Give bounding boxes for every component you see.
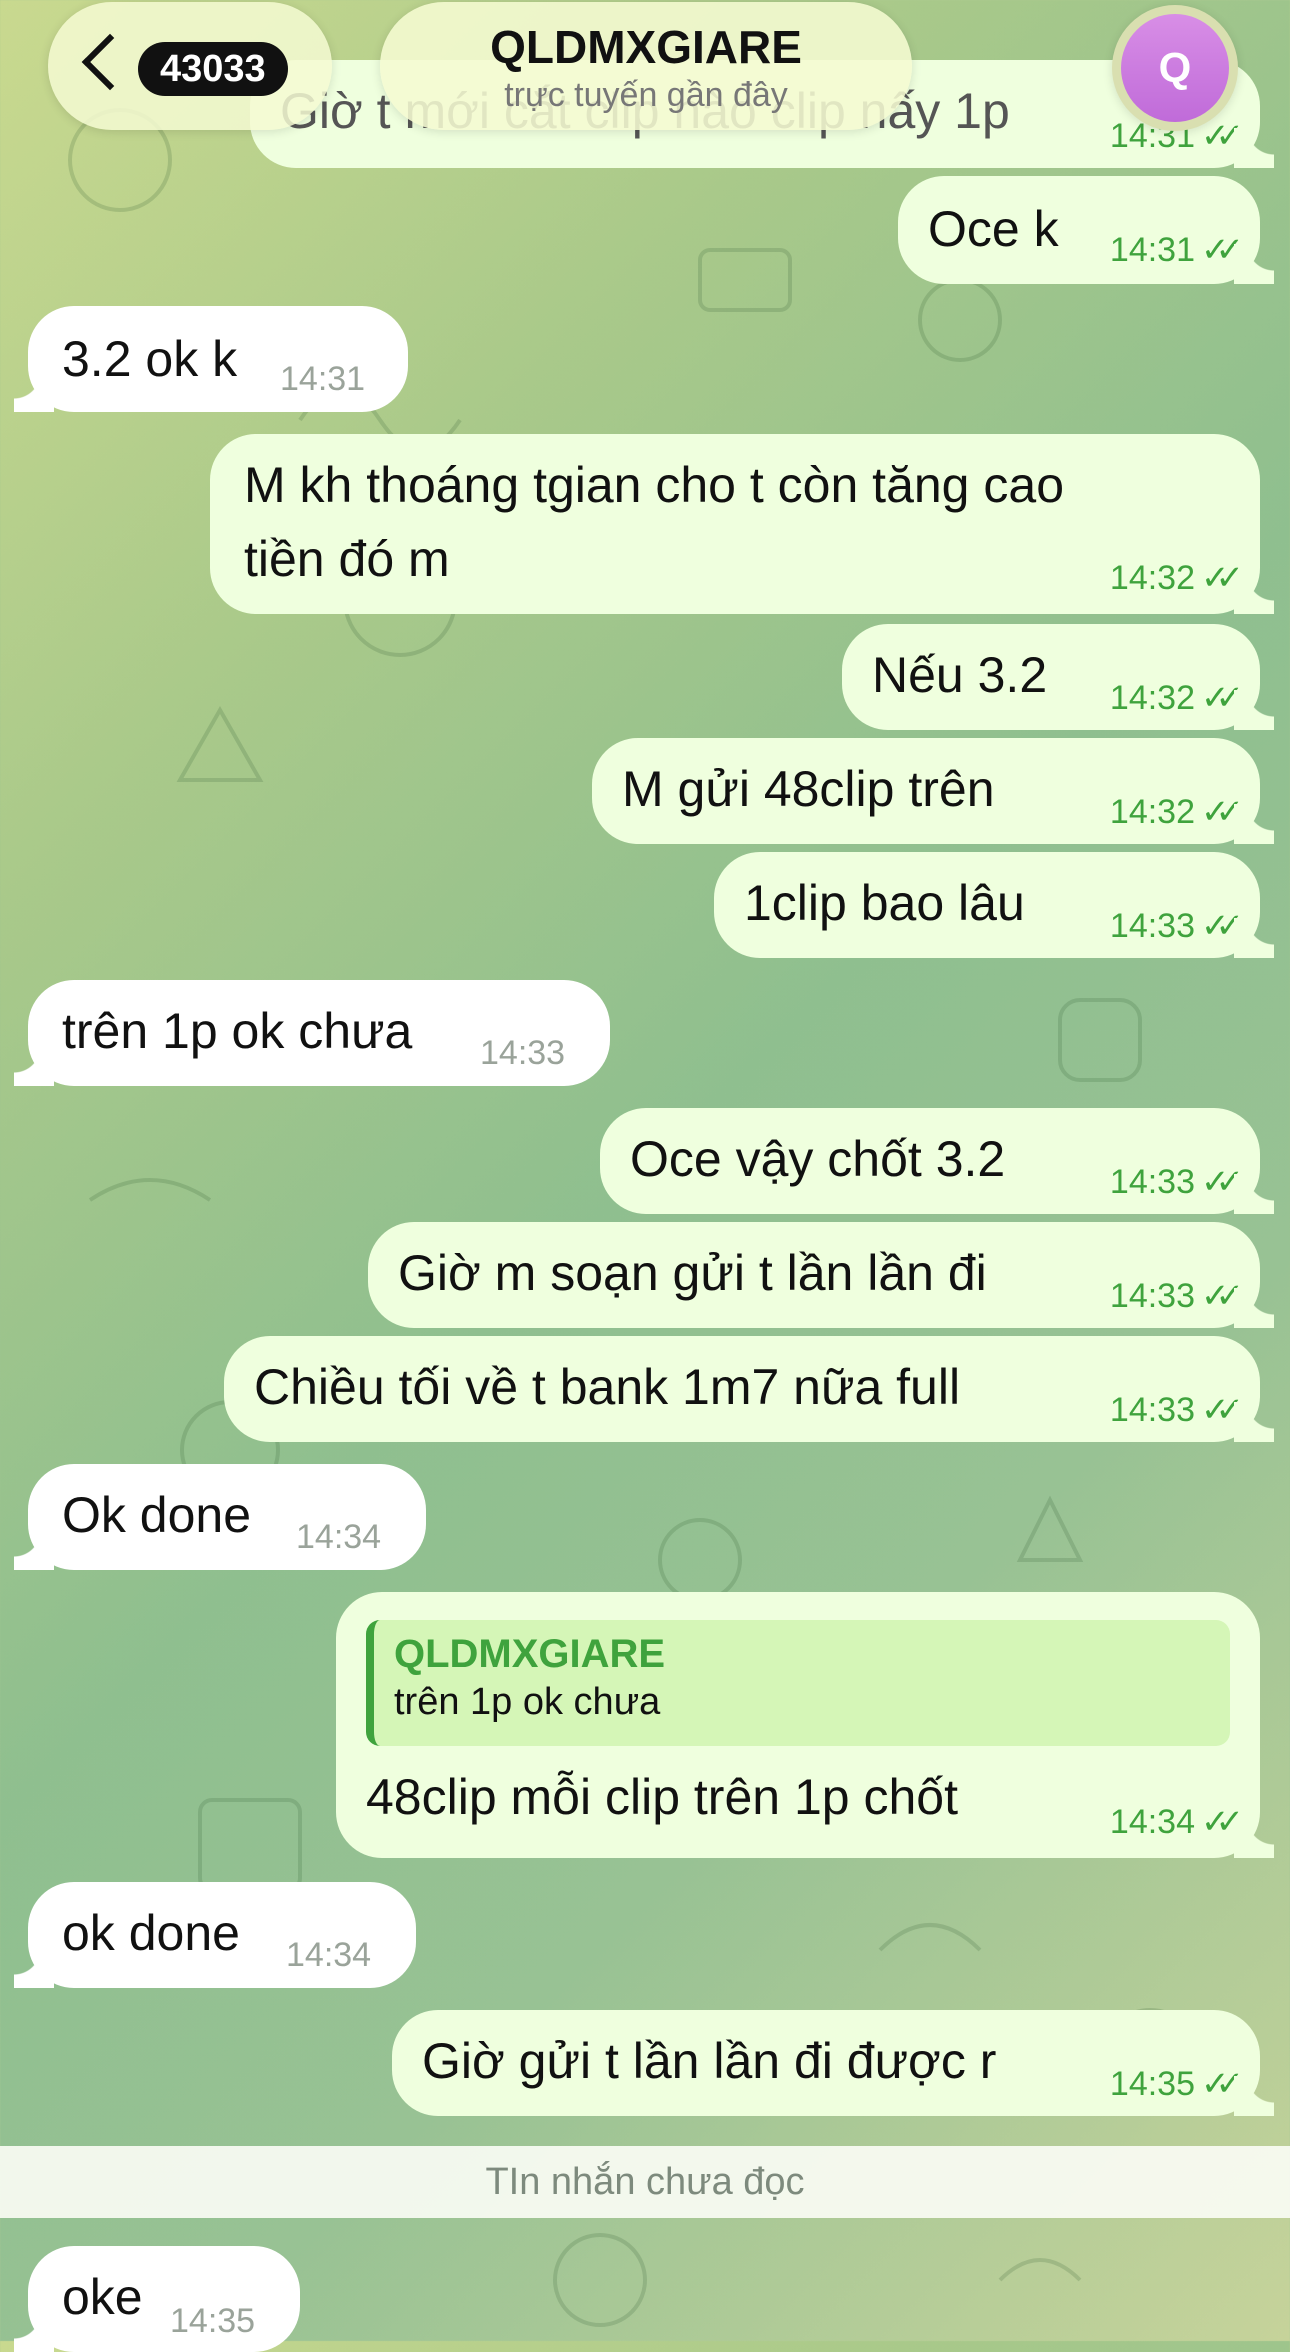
message-bubble-incoming[interactable]: 3.2 ok k 14:31 xyxy=(14,306,408,412)
message-time: 14:34 xyxy=(296,1518,382,1556)
double-check-icon: ✓✓ xyxy=(1201,907,1244,945)
chat-name: QLDMXGIARE xyxy=(490,21,802,73)
message-bubble-incoming[interactable]: ok done 14:34 xyxy=(14,1882,416,1988)
message-bubble-outgoing[interactable]: Giờ gửi t lần lần đi được r 14:35 ✓✓ xyxy=(392,2010,1274,2116)
avatar-initial: Q xyxy=(1121,14,1229,122)
message-time: 14:32 ✓✓ xyxy=(1109,793,1244,831)
reply-text: trên 1p ok chưa xyxy=(394,1681,661,1723)
message-text-line: M kh thoáng tgian cho t còn tăng cao xyxy=(244,457,1064,513)
message-text: Giờ gửi t lần lần đi được r xyxy=(422,2033,997,2089)
message-text: Giờ m soạn gửi t lần lần đi xyxy=(398,1245,987,1301)
message-bubble-incoming[interactable]: trên 1p ok chưa 14:33 xyxy=(14,980,610,1086)
double-check-icon: ✓✓ xyxy=(1201,231,1244,269)
message-time: 14:34 xyxy=(286,1936,372,1974)
message-text: trên 1p ok chưa xyxy=(62,1003,413,1059)
message-text: Oce k xyxy=(928,201,1059,257)
message-time: 14:35 xyxy=(170,2302,256,2340)
message-text: ok done xyxy=(62,1905,240,1961)
message-text: Nếu 3.2 xyxy=(872,647,1048,703)
message-bubble-outgoing[interactable]: 1clip bao lâu 14:33 ✓✓ xyxy=(714,852,1274,958)
reply-quote[interactable]: QLDMXGIARE trên 1p ok chưa xyxy=(366,1620,1230,1746)
message-time: 14:34 ✓✓ xyxy=(1109,1803,1244,1841)
chat-title-pill[interactable]: QLDMXGIARE trực tuyến gần đây xyxy=(380,2,912,130)
message-bubble-outgoing[interactable]: Giờ m soạn gửi t lần lần đi 14:33 ✓✓ xyxy=(368,1222,1274,1328)
message-text: 48clip mỗi clip trên 1p chốt xyxy=(366,1769,958,1825)
message-bubble-outgoing[interactable]: Nếu 3.2 14:32 ✓✓ xyxy=(842,624,1274,730)
double-check-icon: ✓✓ xyxy=(1201,1391,1244,1429)
message-text: 1clip bao lâu xyxy=(744,875,1025,931)
message-bubble-outgoing-reply[interactable]: QLDMXGIARE trên 1p ok chưa 48clip mỗi cl… xyxy=(336,1592,1274,1858)
double-check-icon: ✓✓ xyxy=(1201,559,1244,597)
unread-count-badge: 43033 xyxy=(138,42,288,96)
avatar[interactable]: Q xyxy=(1112,5,1238,131)
message-bubble-outgoing[interactable]: M gửi 48clip trên 14:32 ✓✓ xyxy=(592,738,1274,844)
message-time: 14:32 ✓✓ xyxy=(1109,559,1244,597)
double-check-icon: ✓✓ xyxy=(1201,1163,1244,1201)
message-time: 14:33 ✓✓ xyxy=(1109,1163,1244,1201)
message-time: 14:31 xyxy=(280,360,366,398)
message-time: 14:31 ✓✓ xyxy=(1109,231,1244,269)
message-time: 14:32 ✓✓ xyxy=(1109,679,1244,717)
message-bubble-incoming[interactable]: Ok done 14:34 xyxy=(14,1464,426,1570)
message-text: M gửi 48clip trên xyxy=(622,761,995,817)
message-text: oke xyxy=(62,2269,143,2325)
message-time: 14:35 ✓✓ xyxy=(1109,2065,1244,2103)
reply-author: QLDMXGIARE xyxy=(394,1632,666,1676)
double-check-icon: ✓✓ xyxy=(1201,1803,1244,1841)
back-button[interactable]: 43033 xyxy=(48,2,332,130)
message-text: 3.2 ok k xyxy=(62,331,238,387)
double-check-icon: ✓✓ xyxy=(1201,793,1244,831)
message-text: Oce vậy chốt 3.2 xyxy=(630,1131,1006,1187)
double-check-icon: ✓✓ xyxy=(1201,1277,1244,1315)
chat-status: trực tuyến gần đây xyxy=(504,76,788,114)
message-bubble-outgoing[interactable]: M kh thoáng tgian cho t còn tăng cao tiề… xyxy=(210,434,1274,614)
message-bubble-outgoing[interactable]: Chiều tối về t bank 1m7 nữa full 14:33 ✓✓ xyxy=(224,1336,1274,1442)
double-check-icon: ✓✓ xyxy=(1201,679,1244,717)
message-text: Chiều tối về t bank 1m7 nữa full xyxy=(254,1359,961,1415)
message-time: 14:33 xyxy=(480,1034,566,1072)
message-time: 14:33 ✓✓ xyxy=(1109,1391,1244,1429)
message-text: Ok done xyxy=(62,1487,252,1543)
message-bubble-outgoing[interactable]: Oce vậy chốt 3.2 14:33 ✓✓ xyxy=(600,1108,1274,1214)
message-bubble-incoming[interactable]: oke 14:35 xyxy=(14,2246,300,2352)
double-check-icon: ✓✓ xyxy=(1201,2065,1244,2103)
message-bubble-outgoing[interactable]: Oce k 14:31 ✓✓ xyxy=(898,176,1274,284)
message-time: 14:33 ✓✓ xyxy=(1109,1277,1244,1315)
message-text-line: tiền đó m xyxy=(244,531,450,587)
unread-messages-divider: TIn nhắn chưa đọc xyxy=(0,2146,1290,2218)
back-chevron-icon xyxy=(81,33,139,91)
message-time: 14:33 ✓✓ xyxy=(1109,907,1244,945)
